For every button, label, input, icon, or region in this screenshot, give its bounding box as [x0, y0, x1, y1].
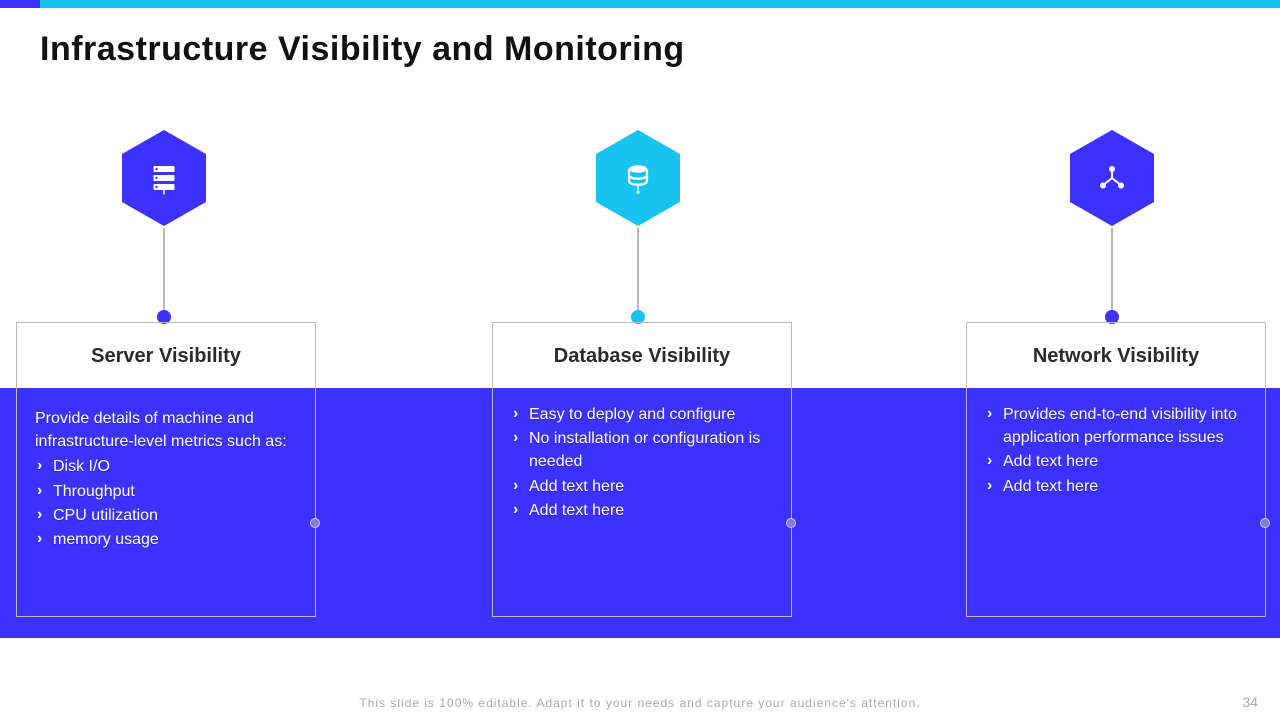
bullet-item: Easy to deploy and configure: [511, 403, 773, 426]
bullet-item: Provides end-to-end visibility into appl…: [985, 403, 1247, 449]
card-intro: Provide details of machine and infrastru…: [35, 407, 297, 453]
accent-bar-primary: [0, 0, 40, 8]
card-heading: Network Visibility: [967, 323, 1265, 389]
connector-line: [163, 228, 165, 314]
bullet-item: Add text here: [985, 450, 1247, 473]
database-icon: [620, 160, 656, 196]
bullet-list: Easy to deploy and configure No installa…: [511, 403, 773, 522]
card-corner-dot: [1260, 518, 1270, 528]
accent-bar-secondary: [40, 0, 1280, 8]
footer-note: This slide is 100% editable. Adapt it to…: [0, 696, 1280, 710]
bullet-item: memory usage: [35, 528, 297, 551]
card-network: Network Visibility Provides end-to-end v…: [966, 322, 1266, 617]
bullet-item: No installation or configuration is need…: [511, 427, 773, 473]
bullet-item: Add text here: [511, 499, 773, 522]
bullet-item: Add text here: [985, 475, 1247, 498]
bullet-item: CPU utilization: [35, 504, 297, 527]
hex-badge-server: [120, 128, 208, 228]
hex-badge-database: [594, 128, 682, 228]
slide-title: Infrastructure Visibility and Monitoring: [40, 30, 685, 69]
connector-line: [637, 228, 639, 314]
bullet-list: Disk I/O Throughput CPU utilization memo…: [35, 455, 297, 551]
bullet-item: Throughput: [35, 480, 297, 503]
network-icon: [1094, 160, 1130, 196]
card-server: Server Visibility Provide details of mac…: [16, 322, 316, 617]
bullet-item: Add text here: [511, 475, 773, 498]
card-database: Database Visibility Easy to deploy and c…: [492, 322, 792, 617]
page-number: 34: [1242, 694, 1258, 710]
hex-badge-network: [1068, 128, 1156, 228]
bullet-list: Provides end-to-end visibility into appl…: [985, 403, 1247, 498]
slide: Infrastructure Visibility and Monitoring…: [0, 0, 1280, 720]
bullet-item: Disk I/O: [35, 455, 297, 478]
card-corner-dot: [310, 518, 320, 528]
card-heading: Server Visibility: [17, 323, 315, 389]
server-icon: [146, 160, 182, 196]
card-corner-dot: [786, 518, 796, 528]
connector-line: [1111, 228, 1113, 314]
card-heading: Database Visibility: [493, 323, 791, 389]
